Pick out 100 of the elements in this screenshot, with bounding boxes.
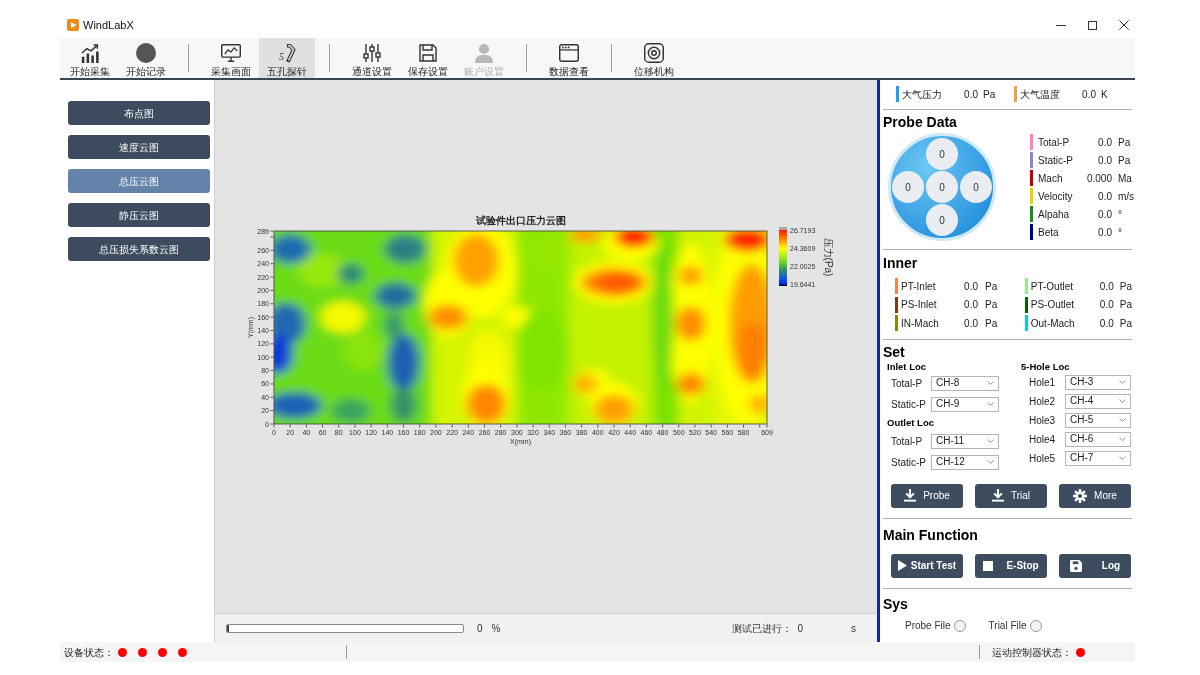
unit-label: Pa bbox=[1119, 316, 1132, 331]
reading-label: IN-Mach bbox=[901, 316, 940, 331]
window-title: WindLabX bbox=[83, 18, 134, 32]
elapsed-unit: s bbox=[851, 621, 856, 636]
maximize-icon[interactable] bbox=[1088, 20, 1097, 30]
field-label: Hole3 bbox=[1029, 413, 1057, 428]
reading-label: Static-P bbox=[1038, 153, 1074, 168]
reading-label: PT-Inlet bbox=[901, 279, 937, 294]
reading-label: Beta bbox=[1038, 225, 1060, 240]
reading-value: 0.0 bbox=[1097, 153, 1112, 168]
channel-select[interactable]: CH-12 bbox=[931, 454, 999, 470]
download-icon bbox=[904, 489, 917, 502]
reading-label: PS-Inlet bbox=[901, 298, 938, 313]
toolbar-button[interactable]: 数据查看 bbox=[541, 38, 597, 78]
channel-select[interactable]: CH-7 bbox=[1065, 450, 1131, 466]
percent-sign: % bbox=[491, 621, 501, 636]
color-scale-bar bbox=[779, 227, 787, 286]
user-icon bbox=[475, 43, 493, 63]
channel-select[interactable]: CH-8 bbox=[931, 375, 999, 391]
toolbar-button[interactable]: 通道设置 bbox=[344, 38, 400, 78]
field-label: Hole4 bbox=[1029, 432, 1057, 447]
close-icon[interactable] bbox=[1119, 20, 1129, 30]
unit-label: ° bbox=[1118, 225, 1122, 240]
download-icon bbox=[991, 489, 1004, 502]
sidebar-button[interactable]: 布点图 bbox=[68, 101, 210, 125]
reading-value: 0.000 bbox=[1086, 171, 1112, 186]
panel-button[interactable]: More bbox=[1059, 483, 1131, 508]
probe-hole: 0 bbox=[926, 171, 958, 203]
unit-label: Pa bbox=[985, 298, 998, 313]
panel-button[interactable]: E-Stop bbox=[975, 553, 1047, 578]
chevron-down-icon bbox=[1119, 380, 1126, 384]
section-heading: Sys bbox=[883, 595, 909, 612]
panel-button[interactable]: Log bbox=[1059, 553, 1131, 578]
unit-label: Pa bbox=[985, 279, 998, 294]
section-heading: Inner bbox=[883, 255, 919, 271]
reading-value: 0.0 bbox=[1097, 189, 1112, 204]
toolbar-button[interactable]: 开始采集 bbox=[62, 38, 118, 78]
chevron-down-icon bbox=[987, 402, 994, 406]
field-label: Hole5 bbox=[1029, 451, 1057, 466]
unit-label: Pa bbox=[985, 316, 998, 331]
reading-value: 0.0 bbox=[1097, 225, 1112, 240]
field-label: Hole2 bbox=[1029, 394, 1057, 409]
field-label: Total-P bbox=[891, 434, 924, 449]
reading-label: Out-Mach bbox=[1030, 316, 1076, 331]
unit-label: m/s bbox=[1118, 189, 1135, 204]
toolbar-button[interactable]: 保存设置 bbox=[400, 38, 456, 78]
panel-button[interactable]: Probe bbox=[891, 483, 963, 508]
gear-icon bbox=[1073, 488, 1088, 503]
unit-label: K bbox=[1101, 87, 1108, 102]
group-heading: Inlet Loc bbox=[886, 360, 928, 373]
elapsed-label: 测试已进行： bbox=[732, 621, 793, 636]
sliders-icon bbox=[363, 43, 381, 63]
group-heading: 5-Hole Loc bbox=[1020, 360, 1071, 373]
radio-button[interactable] bbox=[1029, 619, 1042, 632]
toolbar-button[interactable]: 位移机构 bbox=[626, 38, 682, 78]
chevron-down-icon bbox=[1119, 437, 1126, 441]
reading-value: 0.0 bbox=[1081, 87, 1096, 102]
chevron-down-icon bbox=[987, 460, 994, 464]
reading-value: 0.0 bbox=[963, 279, 978, 294]
sidebar-button[interactable]: 速度云图 bbox=[68, 135, 210, 159]
unit-label: Pa bbox=[1119, 279, 1132, 294]
field-label: Hole1 bbox=[1029, 375, 1057, 390]
play-icon bbox=[897, 560, 907, 571]
channel-select[interactable]: CH-5 bbox=[1065, 412, 1131, 428]
toolbar-button[interactable]: 5 五孔探针 bbox=[259, 38, 315, 78]
field-label: Total-P bbox=[891, 376, 924, 391]
chevron-down-icon bbox=[1119, 456, 1126, 460]
reading-label: PT-Outlet bbox=[1030, 279, 1074, 294]
radio-button[interactable] bbox=[953, 619, 966, 632]
reading-value: 0.0 bbox=[963, 298, 978, 313]
unit-label: Pa bbox=[1118, 153, 1131, 168]
panel-button[interactable]: Trial bbox=[975, 483, 1047, 508]
monitor-chart-icon bbox=[221, 44, 241, 62]
sidebar-button[interactable]: 总压损失系数云图 bbox=[68, 237, 210, 261]
section-heading: Probe Data bbox=[883, 114, 958, 130]
field-label: Static-P bbox=[891, 397, 927, 412]
unit-label: ° bbox=[1118, 207, 1122, 222]
unit-label: Pa bbox=[1119, 298, 1132, 313]
channel-select[interactable]: CH-4 bbox=[1065, 393, 1131, 409]
record-icon bbox=[136, 43, 156, 63]
channel-select[interactable]: CH-11 bbox=[931, 433, 999, 449]
unit-label: Ma bbox=[1118, 171, 1132, 186]
sidebar-button[interactable]: 总压云图 bbox=[68, 169, 210, 193]
section-heading: Main Function bbox=[883, 526, 979, 543]
chevron-down-icon bbox=[987, 381, 994, 385]
panel-button[interactable]: Start Test bbox=[891, 553, 963, 578]
app-logo-icon bbox=[67, 19, 79, 31]
channel-select[interactable]: CH-3 bbox=[1065, 374, 1131, 390]
reading-value: 0.0 bbox=[1097, 135, 1112, 150]
radio-label: Trial File bbox=[988, 619, 1027, 633]
sidebar-button[interactable]: 静压云图 bbox=[68, 203, 210, 227]
stop-icon bbox=[983, 560, 994, 571]
reading-value: 0.0 bbox=[1098, 298, 1114, 313]
channel-select[interactable]: CH-6 bbox=[1065, 431, 1131, 447]
rising-bar-chart-icon bbox=[80, 43, 100, 63]
minimize-icon[interactable] bbox=[1056, 24, 1066, 26]
channel-select[interactable]: CH-9 bbox=[931, 396, 999, 412]
toolbar-button[interactable]: 开始记录 bbox=[118, 38, 174, 78]
reading-value: 0.0 bbox=[1098, 316, 1114, 331]
toolbar-button[interactable]: 采集画面 bbox=[203, 38, 259, 78]
